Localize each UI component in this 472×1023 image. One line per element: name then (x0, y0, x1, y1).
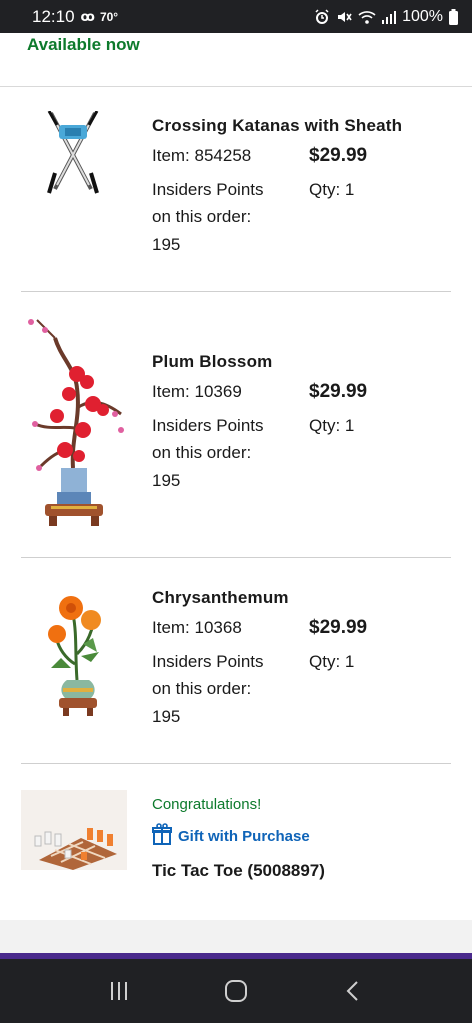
item-number: Item: 854258 (152, 146, 252, 165)
availability-status: Available now (27, 35, 140, 54)
gift-icon (152, 823, 172, 849)
item-name[interactable]: Chrysanthemum (152, 588, 451, 608)
katana-thumbnail[interactable] (41, 110, 105, 200)
points-label-2: on this order: (152, 443, 252, 462)
temperature: 70° (99, 9, 119, 24)
status-bar: 12:10 ꝏ 70° 100% (0, 0, 472, 33)
points-value: 195 (152, 706, 181, 726)
signal-icon (382, 10, 397, 24)
gift-name: Tic Tac Toe (5008897) (152, 861, 325, 880)
mute-icon (336, 9, 352, 25)
gift-label: Gift with Purchase (178, 827, 310, 845)
availability-section: Available now (0, 33, 472, 87)
item-quantity: Qty: 1 (309, 179, 355, 199)
points-value: 195 (152, 234, 181, 254)
tic-tac-toe-thumbnail[interactable] (21, 790, 127, 875)
order-item: Plum Blossom Item: 10369 Insiders Points… (21, 292, 451, 558)
item-price: $29.99 (309, 617, 368, 638)
item-number: Item: 10368 (152, 618, 242, 637)
wifi-icon (358, 9, 376, 25)
order-item: Crossing Katanas with Sheath Item: 85425… (21, 87, 451, 292)
back-icon[interactable] (333, 971, 373, 1011)
points-label-1: Insiders Points (152, 651, 264, 671)
gift-with-purchase-item: Congratulations! Gift with Purchase Tic … (21, 764, 451, 920)
item-quantity: Qty: 1 (309, 415, 355, 435)
congrats-text: Congratulations! (152, 796, 262, 813)
item-number: Item: 10369 (152, 382, 242, 401)
item-price-qty: $29.99 Qty: 1 (309, 378, 367, 494)
item-info: Crossing Katanas with Sheath Item: 85425… (152, 116, 451, 258)
item-price: $29.99 (309, 381, 368, 402)
item-details: Item: 10368 Insiders Points on this orde… (152, 614, 451, 730)
clock: 12:10 (32, 6, 75, 26)
order-item: Chrysanthemum Item: 10368 Insiders Point… (21, 558, 451, 764)
status-right: 100% (314, 8, 458, 26)
points-label-1: Insiders Points (152, 415, 264, 435)
points-value: 195 (152, 470, 181, 490)
home-icon[interactable] (216, 971, 256, 1011)
recents-icon[interactable] (99, 971, 139, 1011)
battery-icon (449, 8, 458, 25)
points-label-2: on this order: (152, 207, 252, 226)
points-label-1: Insiders Points (152, 179, 264, 199)
chrysanthemum-thumbnail[interactable] (47, 594, 109, 723)
item-price-qty: $29.99 Qty: 1 (309, 142, 367, 258)
voicemail-icon: ꝏ (80, 8, 95, 24)
item-name[interactable]: Plum Blossom (152, 352, 451, 372)
system-nav-bar (0, 959, 472, 1023)
order-content: Available now Crossing Katanas with Shea… (0, 33, 472, 920)
item-meta: Item: 10369 Insiders Points on this orde… (152, 378, 309, 494)
item-meta: Item: 854258 Insiders Points on this ord… (152, 142, 309, 258)
gift-info: Congratulations! Gift with Purchase Tic … (152, 796, 451, 881)
item-price: $29.99 (309, 145, 368, 166)
item-details: Item: 854258 Insiders Points on this ord… (152, 142, 451, 258)
plum-blossom-thumbnail[interactable] (21, 318, 127, 537)
alarm-icon (314, 8, 330, 25)
status-left: 12:10 ꝏ 70° (32, 7, 118, 27)
gift-with-purchase-label[interactable]: Gift with Purchase (152, 823, 451, 849)
item-quantity: Qty: 1 (309, 651, 355, 671)
battery-percent: 100% (402, 7, 443, 25)
item-info: Plum Blossom Item: 10369 Insiders Points… (152, 352, 451, 494)
item-name[interactable]: Crossing Katanas with Sheath (152, 116, 451, 136)
item-info: Chrysanthemum Item: 10368 Insiders Point… (152, 588, 451, 730)
item-meta: Item: 10368 Insiders Points on this orde… (152, 614, 309, 730)
item-details: Item: 10369 Insiders Points on this orde… (152, 378, 451, 494)
item-price-qty: $29.99 Qty: 1 (309, 614, 367, 730)
points-label-2: on this order: (152, 679, 252, 698)
